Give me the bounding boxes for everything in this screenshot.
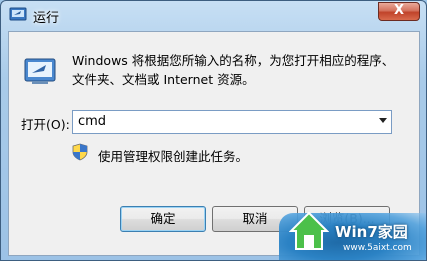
run-app-icon: [9, 7, 27, 21]
chevron-down-icon[interactable]: [379, 118, 387, 123]
house-logo-icon: [289, 211, 329, 250]
close-button[interactable]: X: [378, 2, 420, 21]
watermark-url: www.5aixt.com: [343, 243, 412, 253]
run-window: 运行 X Windows 将根据您所输入的名称，为您打开相应的程序、 文件夹、文…: [0, 0, 427, 261]
watermark: Win7家园 www.5aixt.com: [279, 207, 426, 260]
ok-button[interactable]: 确定: [120, 206, 206, 232]
open-input-value[interactable]: cmd: [78, 114, 106, 129]
run-dialog-icon: [24, 58, 56, 84]
description-line-2: 文件夹、文档或 Internet 资源。: [72, 72, 255, 87]
open-combobox[interactable]: cmd: [72, 110, 392, 134]
admin-privilege-text: 使用管理权限创建此任务。: [98, 149, 249, 164]
description-text: Windows 将根据您所输入的名称，为您打开相应的程序、 文件夹、文档或 In…: [72, 51, 412, 89]
description-line-1: Windows 将根据您所输入的名称，为您打开相应的程序、: [72, 53, 395, 68]
uac-shield-icon: [72, 143, 88, 161]
open-label: 打开(O):: [21, 117, 70, 132]
window-title: 运行: [33, 11, 60, 26]
watermark-title: Win7家园: [335, 223, 408, 241]
title-bar[interactable]: 运行 X: [1, 1, 426, 31]
